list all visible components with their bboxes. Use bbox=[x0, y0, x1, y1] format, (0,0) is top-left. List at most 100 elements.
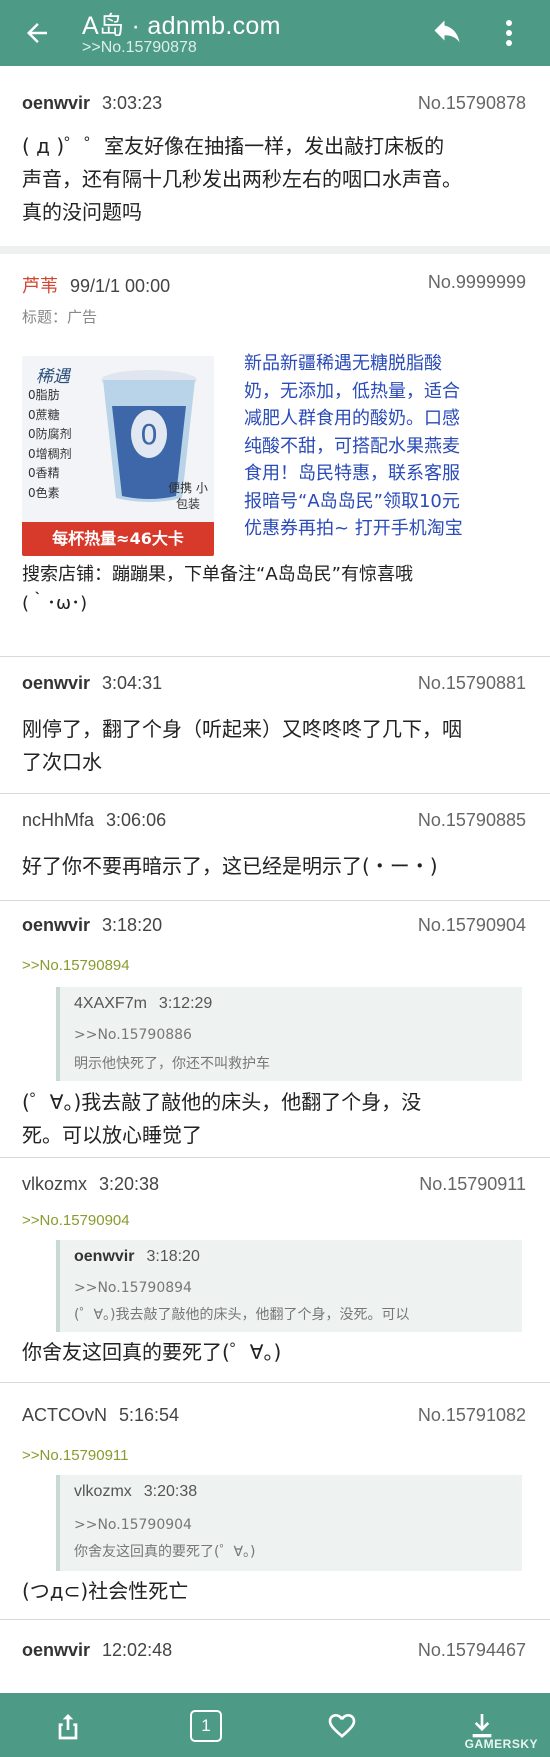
page-title: A岛 · adnmb.com bbox=[82, 12, 281, 40]
quote-time: 3:20:38 bbox=[143, 1483, 198, 1500]
post-meta: oenwvir 3:03:23 bbox=[22, 93, 162, 114]
quote-block: oenwvir 3:18:20 >>No.15790894 (゜∀。)我去敲了敲他… bbox=[56, 1240, 522, 1332]
back-arrow-icon[interactable] bbox=[22, 18, 52, 48]
app-bar: A岛 · adnmb.com >>No.15790878 bbox=[0, 0, 550, 66]
post-content: ( д )゜゜室友好像在抽搐一样，发出敲打床板的 声音，还有隔十几秒发出两秒左右… bbox=[22, 130, 527, 229]
quote-line: >>No.15790904 bbox=[74, 1517, 192, 1533]
ad-line: 报暗号“A岛岛民”领取10元 bbox=[244, 490, 460, 512]
ad-feature: 0蔗糖 bbox=[28, 407, 60, 422]
post-time: 3:20:38 bbox=[99, 1174, 160, 1194]
quote-block: vlkozmx 3:20:38 >>No.15790904 你舍友这回真的要死了(… bbox=[56, 1475, 522, 1571]
post-content: (つд⊂)社会性死亡 bbox=[22, 1575, 527, 1608]
ad-tag: 便携 小包装 bbox=[168, 481, 208, 511]
post-line: 你舍友这回真的要死了(゜∀。) bbox=[22, 1340, 282, 1364]
quote-reference-link[interactable]: >>No.15790904 bbox=[22, 1212, 130, 1229]
more-vert-icon[interactable] bbox=[505, 18, 513, 48]
quote-time: 3:12:29 bbox=[158, 995, 213, 1012]
post-line: 刚停了，翻了个身（听起来）又咚咚咚了几下，咽 bbox=[22, 717, 462, 741]
ad-brand-logo: 稀遇 bbox=[36, 367, 70, 387]
post-line: 了次口水 bbox=[22, 750, 102, 774]
page-button[interactable]: 1 bbox=[190, 1710, 222, 1742]
quote-time: 3:18:20 bbox=[146, 1248, 200, 1265]
post-line: (つд⊂)社会性死亡 bbox=[22, 1579, 189, 1603]
post-number[interactable]: No.9999999 bbox=[428, 272, 526, 293]
quote-line: >>No.15790886 bbox=[74, 1027, 192, 1043]
post-number[interactable]: No.15790904 bbox=[418, 915, 526, 936]
post-user[interactable]: oenwvir bbox=[22, 915, 90, 935]
post-content: 你舍友这回真的要死了(゜∀。) bbox=[22, 1336, 527, 1369]
thread-number: >>No.15790878 bbox=[82, 39, 197, 56]
ad-post[interactable]: 芦苇 99/1/1 00:00 No.9999999 标题：广告 稀遇 0脂肪 0… bbox=[0, 246, 550, 657]
heart-icon[interactable] bbox=[326, 1710, 358, 1742]
post-number[interactable]: No.15791082 bbox=[418, 1405, 526, 1426]
quote-user: vlkozmx bbox=[74, 1483, 132, 1500]
post-line: (゜∀。)我去敲了敲他的床头，他翻了个身，没 bbox=[22, 1090, 422, 1114]
post-item[interactable]: ncHhMfa 3:06:06 No.15790885 好了你不要再暗示了，这已经… bbox=[0, 794, 550, 901]
ad-description: 新品新疆稀遇无糖脱脂酸 奶，无添加，低热量，适合 减肥人群食用的酸奶。口感 纯酸… bbox=[244, 350, 524, 543]
post-content: (゜∀。)我去敲了敲他的床头，他翻了个身，没 死。可以放心睡觉了 bbox=[22, 1086, 527, 1152]
post-item[interactable]: vlkozmx 3:20:38 No.15790911 >>No.15790904… bbox=[0, 1158, 550, 1383]
post-time: 99/1/1 00:00 bbox=[70, 276, 171, 296]
post-user[interactable]: oenwvir bbox=[22, 673, 90, 693]
post-time: 3:03:23 bbox=[102, 93, 163, 113]
post-item[interactable]: oenwvir 3:03:23 No.15790878 ( д )゜゜室友好像在抽… bbox=[0, 66, 550, 247]
post-time: 12:02:48 bbox=[102, 1640, 173, 1660]
ad-line: 奶，无添加，低热量，适合 bbox=[244, 380, 460, 402]
post-user[interactable]: ACTCOvN bbox=[22, 1405, 107, 1425]
ad-line: 新品新疆稀遇无糖脱脂酸 bbox=[244, 353, 442, 374]
ad-line: 食用！岛民特惠，联系客服 bbox=[244, 463, 460, 484]
quote-meta: vlkozmx 3:20:38 bbox=[74, 1483, 197, 1501]
post-number[interactable]: No.15794467 bbox=[418, 1640, 526, 1661]
ad-feature: 0色素 bbox=[28, 485, 60, 500]
post-number[interactable]: No.15790878 bbox=[418, 93, 526, 114]
post-line: 搜索店铺：蹦蹦果，下单备注“A岛岛民”有惊喜哦 bbox=[22, 564, 413, 585]
share-icon[interactable] bbox=[52, 1710, 84, 1742]
post-meta: 芦苇 99/1/1 00:00 bbox=[22, 272, 170, 298]
ad-line: 减肥人群食用的酸奶。口感 bbox=[244, 408, 460, 429]
reply-icon[interactable] bbox=[432, 20, 462, 46]
ad-feature: 0防腐剂 bbox=[28, 427, 72, 441]
post-line: (｀･ω･) bbox=[22, 593, 88, 614]
quote-line: 你舍友这回真的要死了(゜∀。) bbox=[74, 1544, 256, 1560]
post-meta: oenwvir 3:04:31 bbox=[22, 673, 162, 694]
quote-block: 4XAXF7m 3:12:29 >>No.15790886 明示他快死了，你还不叫… bbox=[56, 987, 522, 1081]
quote-user: oenwvir bbox=[74, 1248, 135, 1265]
bottom-toolbar: 1 GAMERSKY bbox=[0, 1693, 550, 1757]
quote-reference-link[interactable]: >>No.15790911 bbox=[22, 1447, 129, 1464]
post-item[interactable]: oenwvir 12:02:48 No.15794467 bbox=[0, 1620, 550, 1700]
post-number[interactable]: No.15790911 bbox=[419, 1174, 526, 1195]
post-item[interactable]: oenwvir 3:18:20 No.15790904 >>No.15790894… bbox=[0, 901, 550, 1158]
post-meta: ncHhMfa 3:06:06 bbox=[22, 810, 166, 831]
quote-reference-link[interactable]: >>No.15790894 bbox=[22, 957, 130, 974]
post-title-label: 标题：广告 bbox=[22, 308, 98, 326]
quote-line: (゜∀。)我去敲了敲他的床头，他翻了个身，没死。可以 bbox=[74, 1307, 410, 1323]
post-number[interactable]: No.15790881 bbox=[418, 673, 526, 694]
post-line: 真的没问题吗 bbox=[22, 200, 142, 224]
post-user[interactable]: 芦苇 bbox=[22, 276, 58, 296]
ad-feature: 0脂肪 bbox=[28, 388, 60, 402]
post-number[interactable]: No.15790885 bbox=[418, 810, 526, 831]
post-user[interactable]: vlkozmx bbox=[22, 1174, 87, 1194]
post-meta: oenwvir 12:02:48 bbox=[22, 1640, 172, 1661]
post-item[interactable]: ACTCOvN 5:16:54 No.15791082 >>No.15790911… bbox=[0, 1383, 550, 1620]
ad-feature-list: 0脂肪 0蔗糖 0防腐剂 0增稠剂 0香精 0色素 bbox=[28, 386, 72, 503]
quote-meta: 4XAXF7m 3:12:29 bbox=[74, 995, 212, 1013]
watermark-logo: GAMERSKY bbox=[464, 1737, 538, 1751]
post-time: 3:06:06 bbox=[106, 810, 167, 830]
ad-image[interactable]: 稀遇 0脂肪 0蔗糖 0防腐剂 0增稠剂 0香精 0色素 0 便携 小包装 每杯… bbox=[22, 356, 214, 556]
post-content: 好了你不要再暗示了，这已经是明示了(・ー・) bbox=[22, 850, 527, 883]
ad-line: 纯酸不甜，可搭配水果燕麦 bbox=[244, 435, 460, 457]
post-line: ( д )゜゜室友好像在抽搐一样，发出敲打床板的 bbox=[22, 134, 445, 158]
post-meta: vlkozmx 3:20:38 bbox=[22, 1174, 159, 1195]
post-user[interactable]: ncHhMfa bbox=[22, 810, 94, 830]
post-line: 好了你不要再暗示了，这已经是明示了(・ー・) bbox=[22, 854, 438, 878]
post-user[interactable]: oenwvir bbox=[22, 1640, 90, 1660]
quote-line: 明示他快死了，你还不叫救护车 bbox=[74, 1056, 270, 1072]
post-content: 搜索店铺：蹦蹦果，下单备注“A岛岛民”有惊喜哦 (｀･ω･) bbox=[22, 560, 527, 618]
post-content: 刚停了，翻了个身（听起来）又咚咚咚了几下，咽 了次口水 bbox=[22, 713, 527, 779]
post-user[interactable]: oenwvir bbox=[22, 93, 90, 113]
post-item[interactable]: oenwvir 3:04:31 No.15790881 刚停了，翻了个身（听起来）… bbox=[0, 657, 550, 794]
post-time: 3:04:31 bbox=[102, 673, 163, 693]
thread-list: oenwvir 3:03:23 No.15790878 ( д )゜゜室友好像在抽… bbox=[0, 66, 550, 1700]
ad-line: 优惠券再拍~ 打开手机淘宝 bbox=[244, 518, 463, 539]
